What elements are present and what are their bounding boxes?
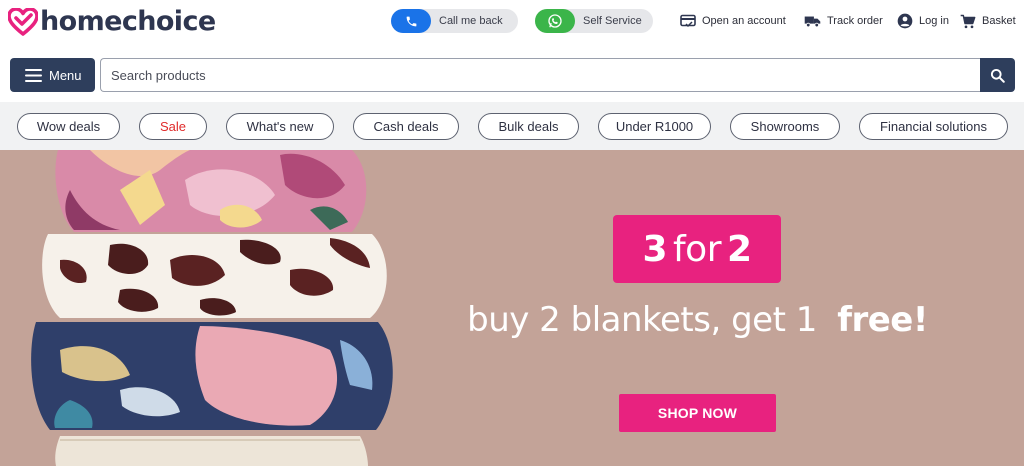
promo-badge-num2: 2	[727, 228, 752, 270]
promo-badge-num1: 3	[642, 228, 667, 270]
cart-icon	[960, 14, 976, 28]
card-icon	[680, 14, 696, 28]
hero-banner[interactable]: 3 for 2 buy 2 blankets, get 1 free! SHOP…	[0, 150, 1024, 466]
truck-icon	[804, 16, 821, 27]
basket-label: Basket	[982, 15, 1016, 27]
category-showrooms[interactable]: Showrooms	[730, 113, 840, 140]
category-bulk-deals[interactable]: Bulk deals	[478, 113, 579, 140]
call-me-back-label: Call me back	[439, 15, 503, 27]
category-financial-solutions[interactable]: Financial solutions	[859, 113, 1008, 140]
open-account-link[interactable]: Open an account	[680, 12, 786, 30]
self-service-button[interactable]: Self Service	[535, 9, 653, 33]
brand-name: homechoice	[40, 6, 216, 37]
heart-check-icon	[8, 8, 38, 36]
whatsapp-icon	[548, 14, 562, 28]
shop-now-button[interactable]: SHOP NOW	[619, 394, 776, 432]
search-button[interactable]	[980, 58, 1015, 92]
call-me-back-button[interactable]: Call me back	[391, 9, 518, 33]
menu-label: Menu	[49, 67, 82, 83]
phone-icon	[406, 16, 416, 26]
category-under-r1000[interactable]: Under R1000	[598, 113, 711, 140]
hamburger-icon	[25, 68, 42, 82]
promo-headline-text: buy 2 blankets, get 1	[467, 300, 817, 340]
blanket-stack-image	[31, 150, 393, 466]
whatsapp-icon-wrap	[535, 9, 575, 33]
promo-headline-emphasis: free!	[837, 300, 928, 340]
category-sale[interactable]: Sale	[139, 113, 207, 140]
category-cash-deals[interactable]: Cash deals	[353, 113, 459, 140]
search-input[interactable]	[100, 58, 981, 92]
log-in-link[interactable]: Log in	[897, 12, 949, 30]
menu-button[interactable]: Menu	[10, 58, 95, 92]
category-wow-deals[interactable]: Wow deals	[17, 113, 120, 140]
promo-headline: buy 2 blankets, get 1 free!	[440, 300, 955, 340]
promo-badge-word: for	[673, 228, 722, 270]
top-bar: homechoice Call me back Self Service Ope…	[0, 0, 1024, 52]
search-icon	[990, 68, 1005, 83]
brand-logo[interactable]: homechoice	[8, 7, 216, 37]
open-account-label: Open an account	[702, 15, 786, 27]
phone-icon-wrap	[391, 9, 431, 33]
category-whats-new[interactable]: What's new	[226, 113, 334, 140]
user-icon	[897, 13, 913, 29]
category-bar: Wow deals Sale What's new Cash deals Bul…	[0, 102, 1024, 150]
track-order-link[interactable]: Track order	[804, 12, 883, 30]
basket-link[interactable]: Basket	[960, 12, 1016, 30]
promo-badge: 3 for 2	[613, 215, 781, 283]
self-service-label: Self Service	[583, 15, 642, 27]
track-order-label: Track order	[827, 15, 883, 27]
log-in-label: Log in	[919, 15, 949, 27]
